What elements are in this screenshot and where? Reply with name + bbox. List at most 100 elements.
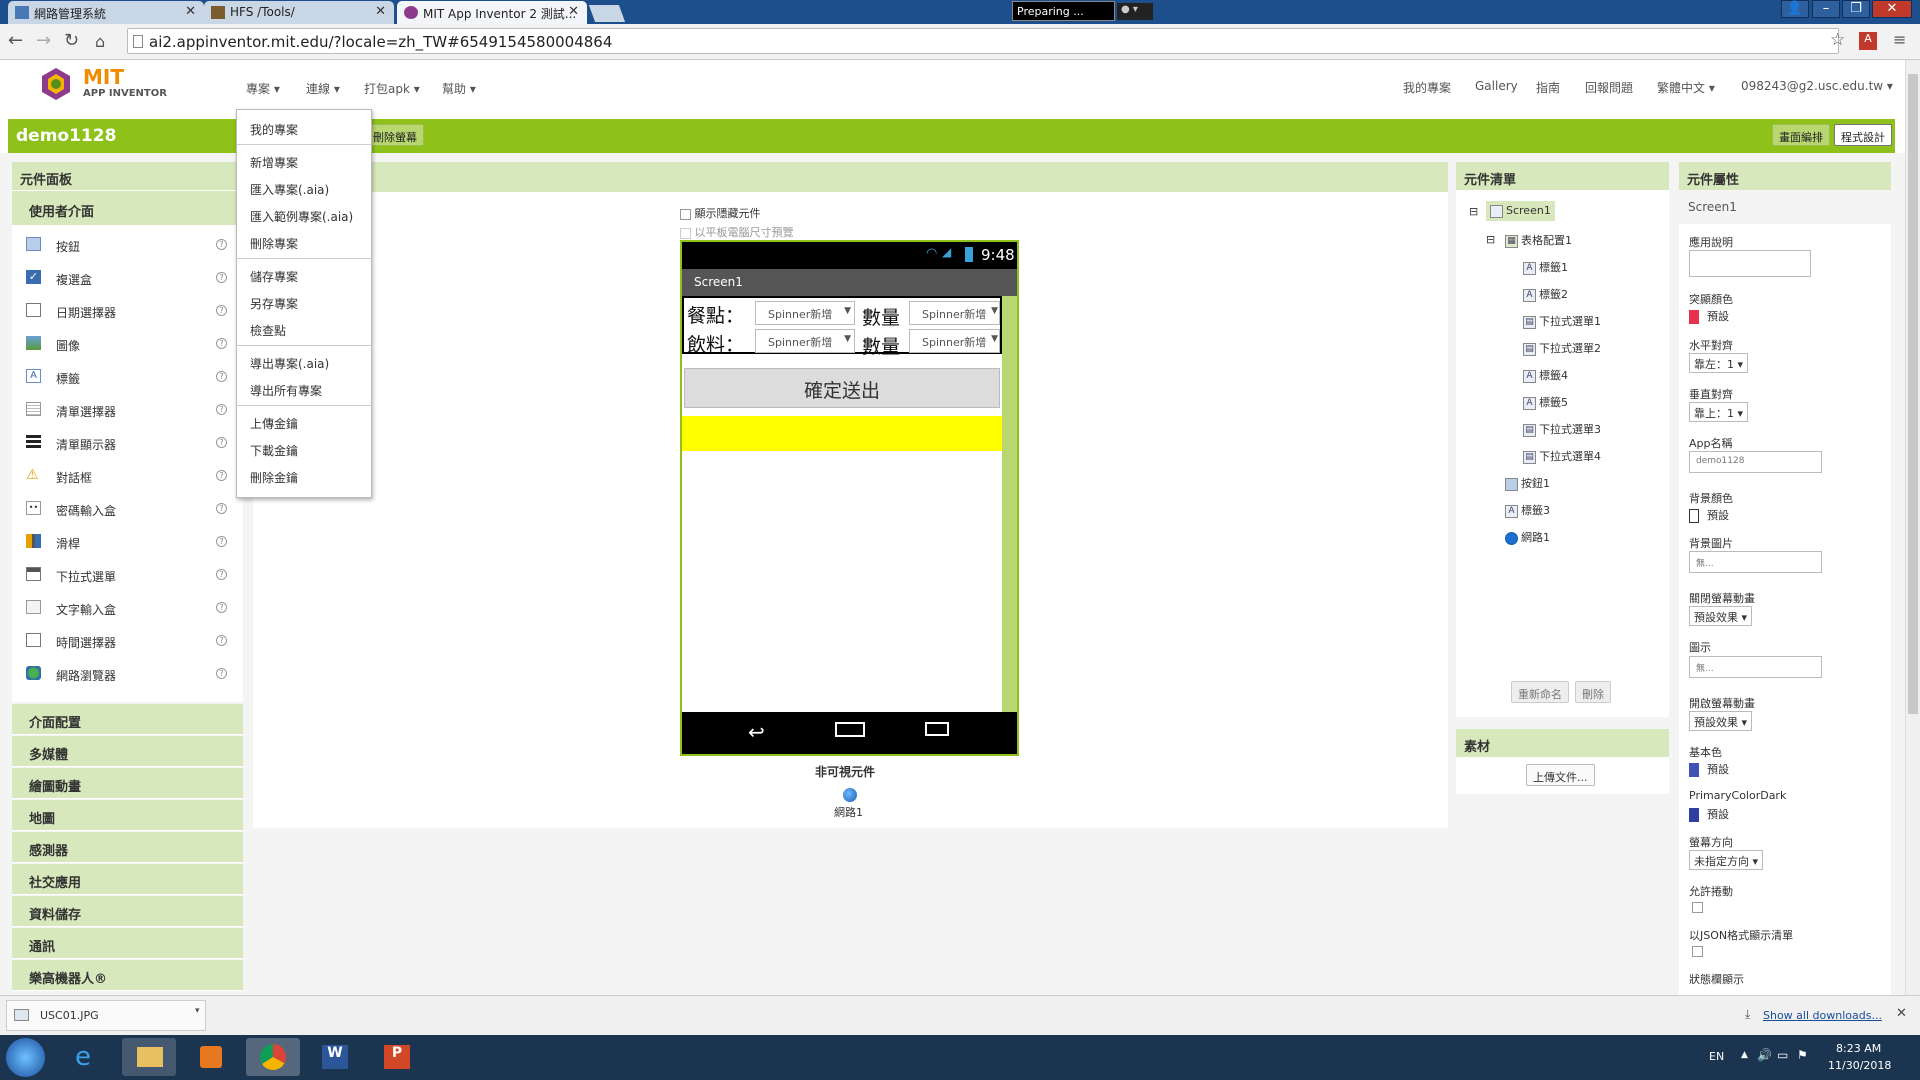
palette-category-sensors[interactable]: 感測器 [12,832,243,863]
scrollable-checkbox[interactable] [1692,902,1703,913]
menu-item-export-project[interactable]: 導出專案(.aia) [250,355,329,372]
tree-spinner1[interactable]: ▤ 下拉式選單1 [1523,313,1601,329]
spinner-2[interactable]: Spinner新增 ▼ [909,301,1000,325]
download-item[interactable]: USC01.JPG ▾ [6,1000,206,1031]
open-animation-select[interactable]: 預設效果 ▾ [1689,711,1753,731]
media-player-icon[interactable] [184,1038,238,1076]
non-visible-web1[interactable]: 網路1 [834,804,863,820]
tray-arrow-icon[interactable]: ▲ [1741,1050,1748,1060]
url-input[interactable]: ai2.appinventor.mit.edu/?locale=zh_TW#65… [127,28,1839,54]
collapse-icon[interactable]: ⊟ [1469,205,1478,218]
menu-item-new-project[interactable]: 新增專案 [250,154,298,171]
close-window-icon[interactable]: ✕ [1872,0,1912,18]
checkbox-box[interactable] [680,227,691,239]
menu-help[interactable]: 幫助 ▾ [442,80,476,97]
network-icon[interactable]: ▭ [1777,1048,1788,1062]
reload-icon[interactable]: ↻ [64,30,79,51]
tablet-preview-checkbox[interactable]: 以平板電腦尺寸預覽 [680,224,794,240]
help-icon[interactable]: ? [216,272,227,283]
help-icon[interactable]: ? [216,404,227,415]
bookmark-star-icon[interactable]: ☆ [1830,30,1845,50]
pdf-extension-icon[interactable]: A [1859,32,1877,50]
help-icon[interactable]: ? [216,668,227,679]
delete-screen-button[interactable]: 刪除螢幕 [366,124,424,146]
help-icon[interactable]: ? [216,437,227,448]
browser-tab[interactable]: 網路管理系統 ✕ [8,1,204,24]
primary-color-picker[interactable]: 預設 [1689,761,1729,777]
spinner-4[interactable]: Spinner新增 ▼ [909,329,1000,353]
label-qty-1[interactable]: 數量 [862,303,900,330]
help-icon[interactable]: ? [216,470,227,481]
palette-category-media[interactable]: 多媒體 [12,736,243,767]
submit-button[interactable]: 確定送出 [684,368,1000,408]
gallery-link[interactable]: Gallery [1475,79,1518,93]
palette-item-listpicker[interactable]: 清單選擇器? [12,393,243,426]
label-3-yellow[interactable] [682,416,1002,451]
help-icon[interactable]: ? [216,338,227,349]
user-icon[interactable]: 👤 [1781,0,1809,18]
back-icon[interactable]: ← [8,30,23,51]
label-meal[interactable]: 餐點： [687,301,744,328]
primary-dark-picker[interactable]: 預設 [1689,806,1729,822]
rename-button[interactable]: 重新命名 [1511,681,1569,703]
explorer-icon[interactable] [122,1038,176,1076]
valign-select[interactable]: 靠上：1 ▾ [1689,402,1749,422]
menu-item-download-keystore[interactable]: 下載金鑰 [250,442,298,459]
palette-category-storage[interactable]: 資料儲存 [12,896,243,927]
show-all-downloads-link[interactable]: Show all downloads... [1763,1009,1882,1022]
home-icon[interactable]: ⌂ [95,32,105,51]
help-icon[interactable]: ? [216,536,227,547]
table-arrangement[interactable]: 餐點： Spinner新增 ▼ 數量 Spinner新增 ▼ 飲料： Spinner… [682,296,1002,358]
tree-label3[interactable]: A 標籤3 [1505,502,1550,518]
help-icon[interactable]: ? [216,305,227,316]
menu-item-export-all[interactable]: 導出所有專案 [250,382,322,399]
minimize-icon[interactable]: – [1812,0,1840,18]
accent-color-picker[interactable]: 預設 [1689,308,1729,324]
forward-icon[interactable]: → [36,30,51,51]
menu-item-delete-keystore[interactable]: 刪除金鑰 [250,469,298,486]
blocks-button[interactable]: 程式設計 [1834,124,1892,146]
guide-link[interactable]: 指南 [1536,79,1560,96]
close-tab-icon[interactable]: ✕ [375,4,386,19]
new-tab-button[interactable] [588,5,626,22]
ie-icon[interactable]: e [60,1038,114,1076]
browser-tab[interactable]: HFS /Tools/ ✕ [204,1,394,24]
checkbox-box[interactable] [680,208,691,220]
palette-category-maps[interactable]: 地圖 [12,800,243,831]
tree-spinner2[interactable]: ▤ 下拉式選單2 [1523,340,1601,356]
palette-category-connectivity[interactable]: 通訊 [12,928,243,959]
label-qty-2[interactable]: 數量 [862,332,900,359]
palette-category-layout[interactable]: 介面配置 [12,704,243,735]
designer-button[interactable]: 畫面編排 [1772,124,1830,146]
help-icon[interactable]: ? [216,371,227,382]
close-tab-icon[interactable]: ✕ [568,4,579,19]
download-options-icon[interactable]: ▾ [195,1006,200,1016]
help-icon[interactable]: ? [216,602,227,613]
orientation-select[interactable]: 未指定方向 ▾ [1689,850,1764,870]
spinner-3[interactable]: Spinner新增 ▼ [755,329,855,353]
clock-date[interactable]: 11/30/2018 [1828,1059,1891,1072]
help-icon[interactable]: ? [216,503,227,514]
collapse-icon[interactable]: ⊟ [1486,233,1495,246]
palette-item-listview[interactable]: 清單顯示器? [12,426,243,459]
help-icon[interactable]: ? [216,239,227,250]
about-textarea[interactable] [1689,250,1811,277]
tree-screen1[interactable]: Screen1 [1486,201,1555,221]
menu-item-import-template[interactable]: 匯入範例專案(.aia) [250,208,353,225]
icon-input[interactable]: 無... [1689,656,1822,678]
report-issue-link[interactable]: 回報問題 [1585,79,1633,96]
palette-item-timepicker[interactable]: 時間選擇器? [12,624,243,657]
menu-connect[interactable]: 連線 ▾ [306,80,340,97]
json-list-checkbox[interactable] [1692,946,1703,957]
halign-select[interactable]: 靠左：1 ▾ [1689,353,1749,373]
tree-spinner4[interactable]: ▤ 下拉式選單4 [1523,448,1601,464]
mit-logo[interactable] [38,66,74,102]
account-menu[interactable]: 098243@g2.usc.edu.tw ▾ [1741,79,1893,93]
close-animation-select[interactable]: 預設效果 ▾ [1689,606,1753,626]
palette-item-checkbox[interactable]: ✓ 複選盒? [12,261,243,294]
palette-item-webviewer[interactable]: 網路瀏覽器? [12,657,243,690]
tree-web1[interactable]: 網路1 [1505,529,1550,545]
tree-label4[interactable]: A 標籤4 [1523,367,1568,383]
menu-item-upload-keystore[interactable]: 上傳金鑰 [250,415,298,432]
tree-label2[interactable]: A 標籤2 [1523,286,1568,302]
